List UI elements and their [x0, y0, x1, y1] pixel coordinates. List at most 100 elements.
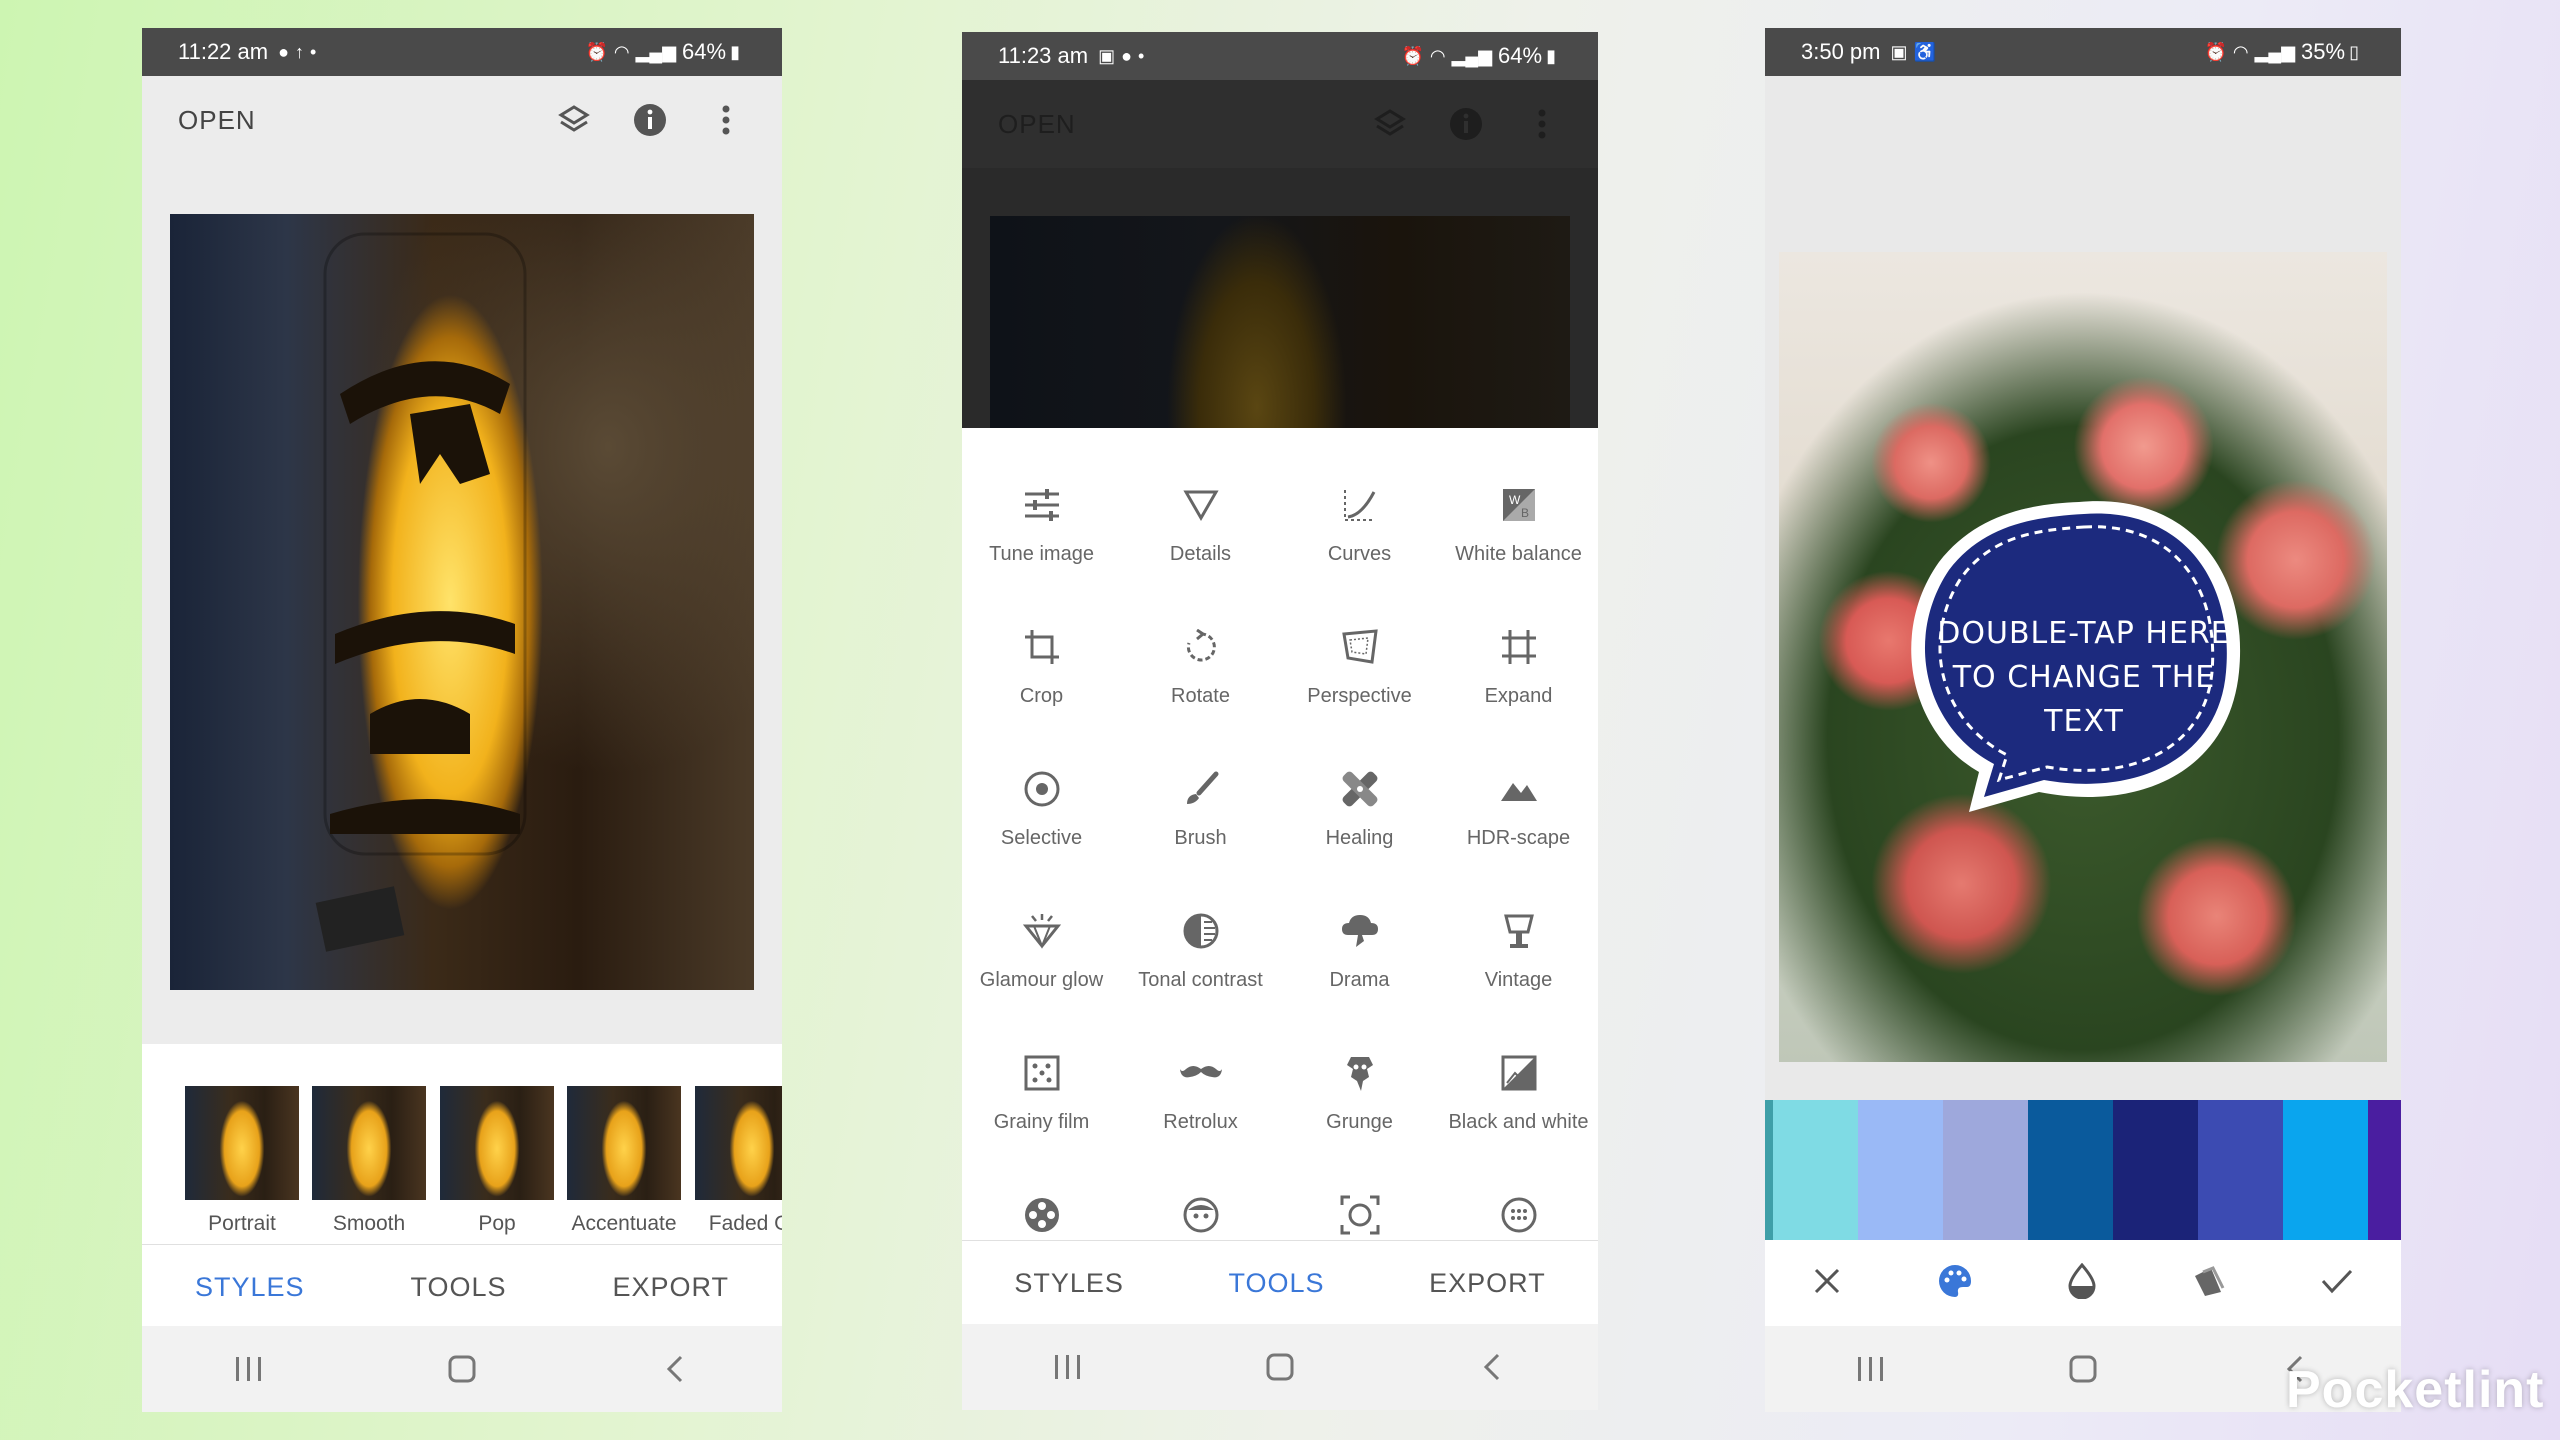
back-icon[interactable] [645, 1349, 705, 1389]
image-icon: ▣ [1890, 41, 1908, 62]
tool-label: Perspective [1307, 685, 1412, 707]
signal-icon: ▂▄▆ [635, 41, 677, 62]
battery-level: 35% [2301, 39, 2346, 64]
battery-level: 64% [1498, 43, 1543, 68]
tool-details[interactable]: Details [1121, 478, 1280, 566]
style-pop[interactable]: Pop [440, 1086, 554, 1236]
tool-white-balance[interactable]: WB White balance [1439, 478, 1598, 566]
status-time: 11:22 am [178, 39, 269, 64]
tool-rotate[interactable]: Rotate [1121, 620, 1280, 708]
style-smooth[interactable]: Smooth [312, 1086, 426, 1236]
battery-icon: ▮ [1546, 45, 1556, 66]
flower-bouquet-photo[interactable]: DOUBLE-TAP HERE TO CHANGE THE TEXT [1779, 252, 2387, 1062]
tool-label: Grainy film [993, 1111, 1090, 1133]
tool-partial-film-reel[interactable] [962, 1188, 1121, 1242]
color-swatch[interactable] [2028, 1100, 2113, 1240]
tab-tools[interactable]: TOOLS [410, 1272, 506, 1303]
tool-expand[interactable]: Expand [1439, 620, 1598, 708]
tool-partial-face[interactable] [1121, 1188, 1280, 1242]
white-balance-icon: WB [1439, 478, 1598, 532]
tool-brush[interactable]: Brush [1121, 762, 1280, 850]
color-swatch[interactable] [2283, 1100, 2368, 1240]
recents-icon[interactable] [219, 1349, 279, 1389]
open-button[interactable]: OPEN [998, 109, 1076, 140]
style-label: Pop [478, 1212, 516, 1235]
color-swatch[interactable] [1943, 1100, 2028, 1240]
info-icon[interactable] [630, 100, 670, 140]
style-portrait[interactable]: Portrait [185, 1086, 299, 1236]
grainy-film-icon [962, 1046, 1121, 1100]
upload-icon: ↑ [294, 41, 304, 62]
color-swatch[interactable] [2368, 1100, 2401, 1240]
bottom-tabs: STYLES TOOLS EXPORT [962, 1240, 1598, 1325]
retrolux-icon [1121, 1046, 1280, 1100]
style-faded-glow[interactable]: Faded Gl [695, 1086, 782, 1236]
bubble-text[interactable]: DOUBLE-TAP HERE TO CHANGE THE TEXT [1929, 612, 2239, 744]
opacity-icon[interactable] [2067, 1262, 2097, 1304]
tool-vintage[interactable]: Vintage [1439, 904, 1598, 992]
style-label: Accentuate [571, 1212, 677, 1235]
style-thumbnail [312, 1086, 426, 1200]
tool-black-and-white[interactable]: Black and white [1439, 1046, 1598, 1134]
status-time: 3:50 pm [1801, 39, 1881, 64]
style-thumbnail [695, 1086, 782, 1200]
dot-icon: • [309, 41, 317, 62]
close-icon[interactable] [1812, 1266, 1842, 1301]
tab-styles[interactable]: STYLES [1014, 1268, 1124, 1299]
tab-export[interactable]: EXPORT [1429, 1268, 1546, 1299]
color-swatch[interactable] [1858, 1100, 1943, 1240]
alarm-icon: ⏰ [585, 41, 608, 62]
crop-icon [962, 620, 1121, 674]
home-icon[interactable] [2053, 1349, 2113, 1389]
tool-selective[interactable]: Selective [962, 762, 1121, 850]
home-icon[interactable] [432, 1349, 492, 1389]
tool-healing[interactable]: Healing [1280, 762, 1439, 850]
tool-retrolux[interactable]: Retrolux [1121, 1046, 1280, 1134]
tool-grunge[interactable]: Grunge [1280, 1046, 1439, 1134]
tool-drama[interactable]: Drama [1280, 904, 1439, 992]
home-icon[interactable] [1250, 1347, 1310, 1387]
tool-grainy-film[interactable]: Grainy film [962, 1046, 1121, 1134]
tool-partial-face-frame[interactable] [1280, 1188, 1439, 1242]
palette-icon[interactable] [1937, 1263, 1973, 1304]
open-button[interactable]: OPEN [178, 105, 256, 136]
tab-export[interactable]: EXPORT [612, 1272, 729, 1303]
face-icon [1121, 1188, 1280, 1242]
check-icon[interactable] [2320, 1267, 2354, 1300]
tool-tune-image[interactable]: Tune image [962, 478, 1121, 566]
recents-icon[interactable] [1841, 1349, 1901, 1389]
perspective-icon [1280, 620, 1439, 674]
tool-label: Black and white [1448, 1111, 1589, 1133]
color-swatch[interactable] [1773, 1100, 1858, 1240]
color-swatch[interactable] [1765, 1100, 1773, 1240]
info-icon[interactable] [1446, 104, 1486, 144]
recents-icon[interactable] [1038, 1347, 1098, 1387]
more-options-icon[interactable] [1522, 104, 1562, 144]
tool-label: HDR-scape [1466, 827, 1571, 849]
more-options-icon[interactable] [706, 100, 746, 140]
layers-undo-icon[interactable] [554, 100, 594, 140]
tab-styles[interactable]: STYLES [195, 1272, 305, 1303]
vintage-icon [1439, 904, 1598, 958]
style-accentuate[interactable]: Accentuate [567, 1086, 681, 1236]
tab-tools[interactable]: TOOLS [1228, 1268, 1324, 1299]
style-icon[interactable] [2191, 1264, 2225, 1303]
tool-glamour-glow[interactable]: Glamour glow [962, 904, 1121, 992]
tool-tonal-contrast[interactable]: Tonal contrast [1121, 904, 1280, 992]
tool-partial-dots[interactable] [1439, 1188, 1598, 1242]
wifi-icon: ◠ [1429, 45, 1446, 66]
tool-label: White balance [1455, 543, 1582, 565]
svg-text:B: B [1521, 506, 1529, 520]
tool-hdr-scape[interactable]: HDR-scape [1439, 762, 1598, 850]
color-swatch[interactable] [2198, 1100, 2283, 1240]
tool-label: Vintage [1484, 969, 1553, 991]
back-icon[interactable] [1462, 1347, 1522, 1387]
tool-curves[interactable]: Curves [1280, 478, 1439, 566]
tool-perspective[interactable]: Perspective [1280, 620, 1439, 708]
tool-crop[interactable]: Crop [962, 620, 1121, 708]
signal-icon: ▂▄▆ [1451, 45, 1493, 66]
color-swatch-selected[interactable] [2113, 1100, 2198, 1240]
layers-undo-icon[interactable] [1370, 104, 1410, 144]
tool-label: Tune image [989, 543, 1094, 565]
chat-icon: ● [1121, 45, 1132, 66]
